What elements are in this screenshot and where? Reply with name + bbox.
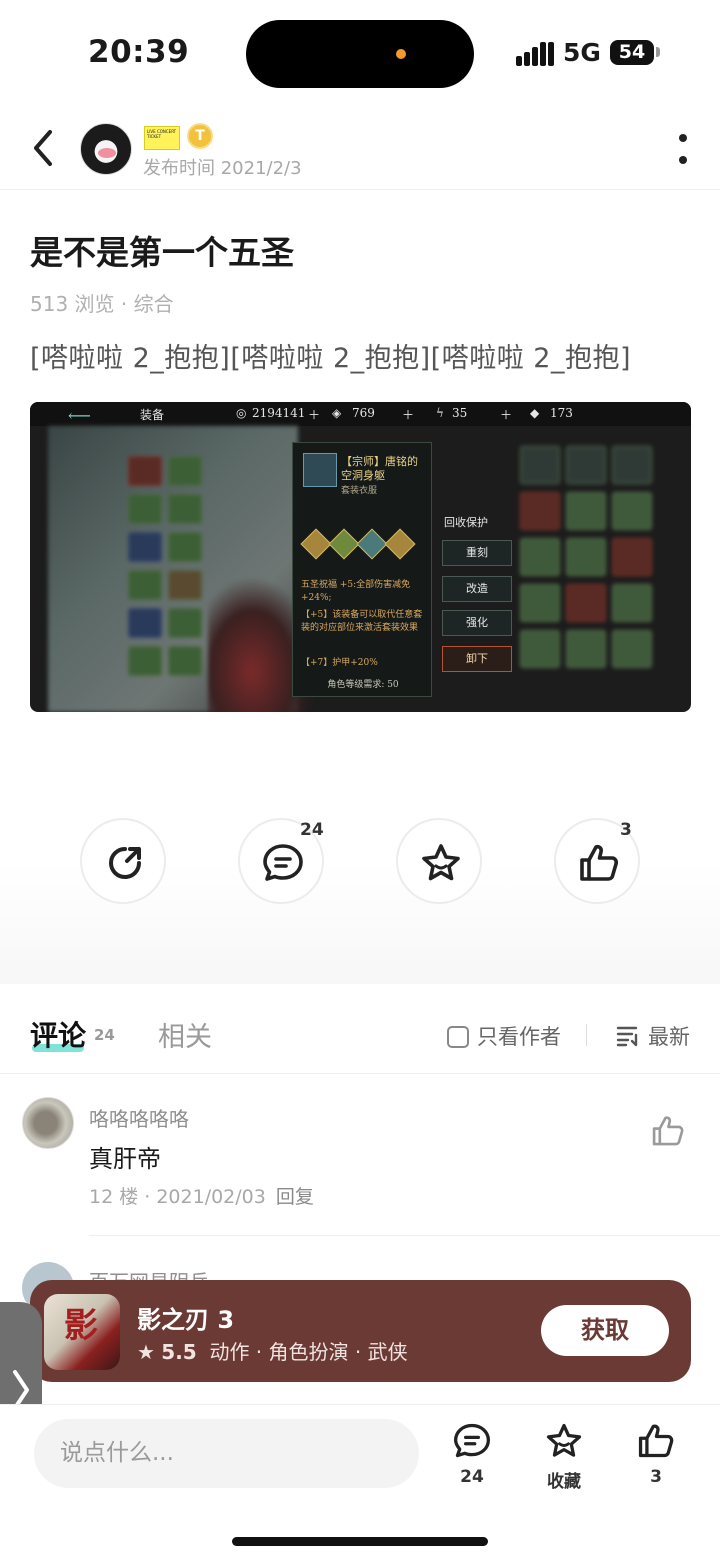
more-dots-icon	[679, 134, 687, 142]
comment-tabs: 评论 24 相关 只看作者 最新	[0, 984, 720, 1074]
level-t-badge[interactable]: T	[187, 123, 213, 149]
tab-related[interactable]: 相关	[158, 1015, 212, 1054]
post-header: LIVE CONCERT TICKET T 发布时间 2021/2/3	[0, 104, 720, 190]
lightning-icon: ϟ	[436, 406, 444, 420]
sort-list-icon	[616, 1026, 638, 1047]
game-subtitle: ★ 5.5 动作 · 角色扮演 · 武侠	[137, 1336, 408, 1365]
game-topbar: ⟵ 装备 ◎ 2194141 ＋ ◈ 769 ＋ ϟ 35 ＋ ◆ 173	[30, 402, 691, 426]
star-icon	[546, 1423, 582, 1457]
game-rating: 5.5	[161, 1340, 197, 1364]
plus-icon: ＋	[402, 408, 415, 422]
sort-button[interactable]: 最新	[616, 1021, 690, 1051]
game-icon[interactable]: 影	[44, 1294, 120, 1370]
gem-slots	[300, 528, 421, 560]
thumbs-up-icon	[638, 1424, 674, 1458]
comment-count: 24	[300, 820, 324, 840]
ticket-icon: ◆	[530, 406, 540, 420]
game-title: 影之刃 3	[137, 1306, 235, 1334]
comment-bubble-icon	[263, 844, 303, 881]
star-icon	[422, 844, 460, 881]
chevron-left-icon	[34, 130, 52, 166]
comment-date: 2021/02/03	[156, 1186, 266, 1208]
modify-button: 改造	[442, 576, 512, 602]
comment-divider	[89, 1235, 720, 1236]
comment-item: 咯咯咯咯咯 真肝帝 12 楼 · 2021/02/03 回复	[0, 1075, 720, 1240]
like-count: 3	[620, 820, 632, 840]
comment-like-button[interactable]	[650, 1113, 686, 1153]
status-bar: 20:39 5G 54	[0, 0, 720, 104]
gold-icon: ◎	[236, 406, 247, 420]
recycle-protect-label: 回收保护	[444, 516, 488, 529]
item-detail-panel: 【宗师】唐铭的空洞身躯 套装衣服 五圣祝福 +5:全部伤害减免+24%; 【+5】…	[292, 442, 432, 697]
network-type: 5G	[563, 38, 601, 67]
comment-input[interactable]: 说点什么...	[34, 1419, 419, 1488]
strengthen-button: 强化	[442, 610, 512, 636]
favorite-button[interactable]	[396, 818, 482, 904]
author-avatar[interactable]	[80, 123, 132, 175]
comment-floor: 12 楼	[89, 1186, 139, 1208]
status-time: 20:39	[88, 34, 190, 70]
post-meta: 513 浏览 · 综合	[30, 292, 174, 316]
tab-comments[interactable]: 评论	[30, 1014, 86, 1054]
share-button[interactable]	[80, 818, 166, 904]
author-only-toggle[interactable]: 只看作者	[447, 1021, 561, 1051]
game-promo-banner[interactable]: 影 影之刃 3 ★ 5.5 动作 · 角色扮演 · 武侠 获取	[30, 1280, 691, 1382]
unequip-button: 卸下	[442, 646, 512, 672]
bottom-comment-button[interactable]: 24	[442, 1421, 502, 1487]
home-indicator[interactable]	[232, 1537, 488, 1546]
thumbs-up-icon	[652, 1116, 684, 1146]
bottom-favorite-label: 收藏	[547, 1472, 581, 1492]
battery-icon: 54	[610, 40, 654, 65]
publish-time: 发布时间 2021/2/3	[143, 158, 302, 179]
tab-separator	[586, 1024, 587, 1046]
reply-button[interactable]: 回复	[276, 1186, 314, 1208]
rating-star-icon: ★	[137, 1340, 155, 1364]
bottom-favorite-button[interactable]: 收藏	[534, 1421, 594, 1492]
cellular-signal-icon	[516, 40, 554, 66]
dynamic-island	[246, 20, 474, 88]
plus-icon: ＋	[500, 408, 513, 422]
commenter-avatar[interactable]	[22, 1097, 74, 1149]
share-icon	[109, 847, 141, 879]
item-portrait	[303, 453, 337, 487]
bottom-like-count: 3	[650, 1467, 662, 1487]
recording-indicator-dot	[396, 49, 406, 59]
post-image[interactable]: ⟵ 装备 ◎ 2194141 ＋ ◈ 769 ＋ ϟ 35 ＋ ◆ 173 【宗…	[30, 402, 691, 712]
get-game-button[interactable]: 获取	[541, 1305, 669, 1356]
tab-comments-count: 24	[94, 1026, 115, 1044]
game-tags: 动作 · 角色扮演 · 武侠	[209, 1340, 408, 1364]
commenter-name[interactable]: 咯咯咯咯咯	[89, 1103, 189, 1132]
back-button[interactable]	[26, 126, 62, 170]
sort-label: 最新	[648, 1025, 690, 1049]
post-title: 是不是第一个五圣	[30, 233, 294, 272]
comment-bubble-icon	[454, 1423, 490, 1458]
concert-ticket-badge[interactable]: LIVE CONCERT TICKET	[144, 126, 180, 150]
bottom-comment-count: 24	[460, 1467, 484, 1487]
comment-meta: 12 楼 · 2021/02/03 回复	[89, 1186, 314, 1208]
author-only-label: 只看作者	[477, 1025, 561, 1049]
battery-cap	[656, 47, 660, 57]
ingot-icon: ◈	[332, 406, 342, 420]
post-body: [嗒啦啦 2_抱抱][嗒啦啦 2_抱抱][嗒啦啦 2_抱抱]	[30, 343, 631, 374]
game-back-arrow-icon: ⟵	[68, 406, 91, 425]
more-options-button[interactable]	[676, 132, 690, 168]
checkbox-icon	[447, 1026, 469, 1048]
thumbs-up-icon	[580, 844, 619, 881]
comment-text: 真肝帝	[89, 1145, 161, 1173]
bottom-like-button[interactable]: 3	[626, 1421, 686, 1487]
reforge-button: 重刻	[442, 540, 512, 566]
equipment-grid-blurred	[48, 426, 318, 712]
plus-icon: ＋	[308, 408, 321, 422]
inventory-grid-blurred	[520, 446, 670, 696]
